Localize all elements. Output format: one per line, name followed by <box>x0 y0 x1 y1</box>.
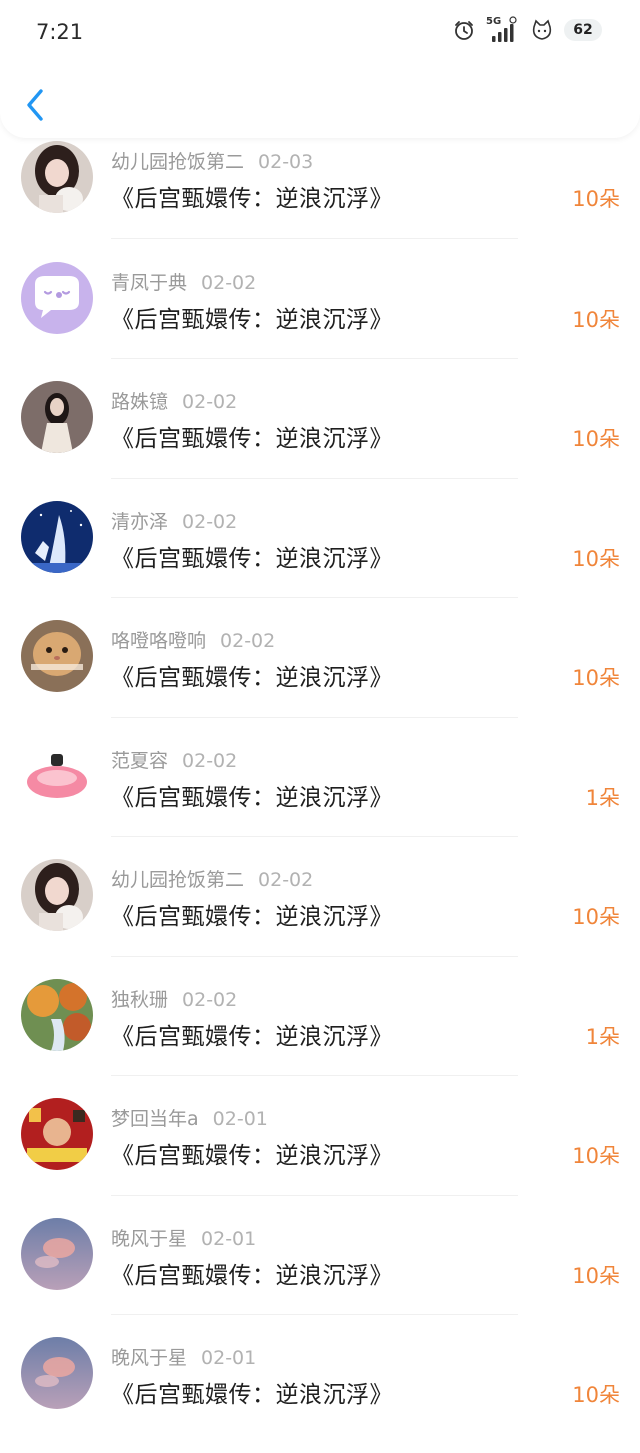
sender-meta: 梦回当年a 02-01 <box>111 1104 268 1131</box>
row-divider <box>111 1194 518 1196</box>
list-item[interactable]: 清亦泽 02-02 《后宫甄嬛传：逆浪沉浮》 10朵 <box>0 497 640 617</box>
gift-amount: 10朵 <box>572 1144 620 1168</box>
avatar[interactable] <box>21 500 93 573</box>
row-divider <box>111 1075 518 1076</box>
list-item[interactable]: 咯噔咯噔响 02-02 《后宫甄嬛传：逆浪沉浮》 10朵 <box>0 616 640 736</box>
record-date: 02-01 <box>201 1347 257 1369</box>
avatar[interactable] <box>21 1337 93 1409</box>
sender-meta: 独秋珊 02-02 <box>111 985 237 1012</box>
avatar[interactable] <box>21 381 93 453</box>
row-divider <box>111 955 518 957</box>
gift-amount: 10朵 <box>572 1263 620 1288</box>
sender-name: 晚风于星 <box>111 1227 188 1250</box>
list-item[interactable]: 幼儿园抢饭第二 02-02 《后宫甄嬛传：逆浪沉浮》 10朵 <box>0 855 640 975</box>
list-item[interactable]: 路姝镱 02-02 《后宫甄嬛传：逆浪沉浮》 10朵 <box>0 377 640 497</box>
sender-meta: 清亦泽 02-02 <box>111 507 237 534</box>
book-title: 《后宫甄嬛传：逆浪沉浮》 <box>111 1143 393 1169</box>
row-divider <box>111 1314 518 1315</box>
list-item[interactable]: 独秋珊 02-02 《后宫甄嬛传：逆浪沉浮》 1朵 <box>0 975 640 1095</box>
sender-name: 清亦泽 <box>111 510 169 533</box>
record-date: 02-02 <box>201 271 257 294</box>
book-title: 《后宫甄嬛传：逆浪沉浮》 <box>111 784 393 811</box>
list-item[interactable]: 梦回当年a 02-01 《后宫甄嬛传：逆浪沉浮》 10朵 <box>0 1094 640 1214</box>
avatar[interactable] <box>21 1098 93 1170</box>
network-label: 5G <box>486 16 502 27</box>
gift-amount: 10朵 <box>572 1383 620 1407</box>
gift-amount: 1朵 <box>585 1024 620 1049</box>
row-divider <box>111 716 518 718</box>
sender-meta: 晚风于星 02-01 <box>111 1343 256 1370</box>
list-item[interactable]: 幼儿园抢饭第二 02-03 《后宫甄嬛传：逆浪沉浮》 10朵 <box>0 137 640 257</box>
alarm-clock-icon <box>452 18 476 42</box>
row-divider <box>111 237 518 239</box>
sender-meta: 咯噔咯噔响 02-02 <box>111 626 275 653</box>
avatar[interactable] <box>21 978 93 1051</box>
record-date: 02-01 <box>201 1227 257 1250</box>
record-date: 02-02 <box>182 749 238 772</box>
top-bar: 7:21 5G 62 <box>0 0 640 138</box>
sender-name: 梦回当年a <box>111 1108 199 1130</box>
list-item[interactable]: 青凤于典 02-02 《后宫甄嬛传：逆浪沉浮》 10朵 <box>0 258 640 378</box>
gift-amount: 10朵 <box>572 546 620 571</box>
back-button[interactable] <box>20 86 50 124</box>
battery-icon: 62 <box>564 19 602 41</box>
book-title: 《后宫甄嬛传：逆浪沉浮》 <box>111 665 393 691</box>
gift-amount: 10朵 <box>572 307 620 332</box>
avatar[interactable] <box>21 141 93 213</box>
status-icons: 5G 62 <box>452 16 602 44</box>
row-divider <box>111 358 518 359</box>
list-item[interactable]: 晚风于星 02-01 《后宫甄嬛传：逆浪沉浮》 10朵 <box>0 1214 640 1334</box>
book-title: 《后宫甄嬛传：逆浪沉浮》 <box>111 1382 393 1408</box>
sender-name: 幼儿园抢饭第二 <box>111 869 245 891</box>
gift-amount: 10朵 <box>572 905 620 929</box>
record-date: 02-02 <box>182 988 238 1011</box>
chevron-left-icon <box>27 89 43 121</box>
book-title: 《后宫甄嬛传：逆浪沉浮》 <box>111 186 393 212</box>
row-divider <box>111 836 518 837</box>
sender-name: 范夏容 <box>111 749 169 772</box>
sender-name: 独秋珊 <box>111 988 169 1011</box>
row-divider <box>111 597 518 598</box>
sender-meta: 路姝镱 02-02 <box>111 387 237 414</box>
sender-meta: 幼儿园抢饭第二 02-03 <box>111 147 313 174</box>
signal-icon: 5G <box>486 16 520 44</box>
record-date: 02-02 <box>258 869 314 891</box>
avatar[interactable] <box>21 620 93 692</box>
sender-name: 晚风于星 <box>111 1347 188 1369</box>
gift-amount: 10朵 <box>572 666 620 690</box>
book-title: 《后宫甄嬛传：逆浪沉浮》 <box>111 904 393 930</box>
sender-meta: 青凤于典 02-02 <box>111 268 256 295</box>
record-date: 02-02 <box>220 630 276 652</box>
book-title: 《后宫甄嬛传：逆浪沉浮》 <box>111 426 393 452</box>
book-title: 《后宫甄嬛传：逆浪沉浮》 <box>111 306 393 333</box>
record-date: 02-02 <box>182 510 238 533</box>
battery-level: 62 <box>573 22 593 38</box>
list-item[interactable]: 晚风于星 02-01 《后宫甄嬛传：逆浪沉浮》 10朵 <box>0 1333 640 1453</box>
sender-name: 青凤于典 <box>111 271 188 294</box>
book-title: 《后宫甄嬛传：逆浪沉浮》 <box>111 1262 393 1289</box>
book-title: 《后宫甄嬛传：逆浪沉浮》 <box>111 545 393 572</box>
sender-meta: 幼儿园抢饭第二 02-02 <box>111 865 313 892</box>
status-time: 7:21 <box>36 20 84 44</box>
sender-name: 幼儿园抢饭第二 <box>111 151 245 173</box>
sender-meta: 晚风于星 02-01 <box>111 1224 256 1251</box>
sender-meta: 范夏容 02-02 <box>111 746 237 773</box>
row-divider <box>111 477 518 479</box>
avatar[interactable] <box>21 261 93 334</box>
record-date: 02-02 <box>182 391 238 413</box>
list-item[interactable]: 范夏容 02-02 《后宫甄嬛传：逆浪沉浮》 1朵 <box>0 736 640 856</box>
avatar[interactable] <box>21 859 93 931</box>
gift-record-list: 幼儿园抢饭第二 02-03 《后宫甄嬛传：逆浪沉浮》 10朵 青凤于典 02-02 … <box>0 138 640 1453</box>
record-date: 02-01 <box>212 1108 268 1130</box>
notification-pet-icon <box>530 17 554 43</box>
avatar[interactable] <box>21 739 93 812</box>
gift-amount: 1朵 <box>585 785 620 810</box>
sender-name: 路姝镱 <box>111 391 169 413</box>
avatar[interactable] <box>21 1217 93 1290</box>
gift-amount: 10朵 <box>572 427 620 451</box>
book-title: 《后宫甄嬛传：逆浪沉浮》 <box>111 1023 393 1050</box>
record-date: 02-03 <box>258 151 314 173</box>
gift-amount: 10朵 <box>572 187 620 211</box>
sender-name: 咯噔咯噔响 <box>111 630 207 652</box>
